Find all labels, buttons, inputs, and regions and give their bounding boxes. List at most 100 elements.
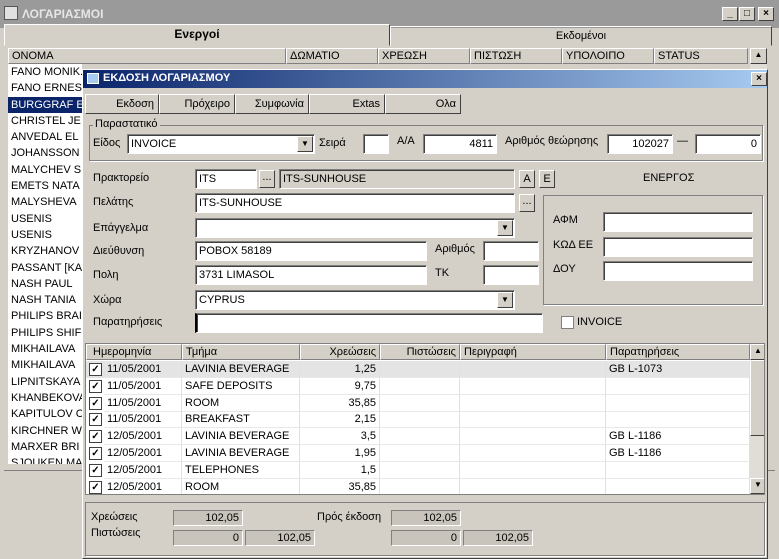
scroll-down-icon[interactable]: ▼ xyxy=(750,478,764,494)
table-row[interactable]: ✓ 12/05/2001 TELEPHONES 1,5 xyxy=(86,461,750,479)
guest-row[interactable]: PHILIPS BRAI xyxy=(8,308,82,324)
guest-row[interactable]: KHANBEKOVA xyxy=(8,390,82,406)
table-row[interactable]: ✓ 12/05/2001 LAVINIA BEVERAGE 3,5 GB L-1186 xyxy=(86,428,750,446)
to-issue-value: 102,05 xyxy=(391,510,461,526)
tax-office-field[interactable] xyxy=(603,261,753,281)
col-date[interactable]: Ημερομηνία xyxy=(86,344,182,360)
table-row[interactable]: ✓ 11/05/2001 LAVINIA BEVERAGE 1,25 GB L-1073 xyxy=(86,361,750,378)
scroll-thumb[interactable] xyxy=(750,360,764,436)
col-notes[interactable]: Παρατηρήσεις xyxy=(606,344,750,360)
profession-select[interactable]: ▼ xyxy=(195,218,515,238)
postcode-field[interactable] xyxy=(483,265,539,285)
validation-field-2[interactable]: 0 xyxy=(695,134,761,154)
guest-row[interactable]: FANO ERNES xyxy=(8,80,82,96)
serial-field[interactable]: 4811 xyxy=(423,134,497,154)
cell-notes xyxy=(606,394,750,412)
col-room[interactable]: ΔΩΜΑΤΙΟ xyxy=(286,48,378,64)
extras-button[interactable]: Extas xyxy=(309,94,385,114)
chevron-down-icon[interactable]: ▼ xyxy=(297,136,313,152)
table-row[interactable]: ✓ 11/05/2001 SAFE DEPOSITS 9,75 xyxy=(86,377,750,395)
agency-lookup-button[interactable]: ... xyxy=(259,170,275,188)
guest-row[interactable]: MARXER BRI xyxy=(8,439,82,455)
row-checkbox[interactable]: ✓ xyxy=(89,396,102,410)
guest-row[interactable]: FANO MONIK. xyxy=(8,64,82,80)
minimize-button[interactable]: _ xyxy=(722,7,738,21)
guest-row[interactable]: BURGGRAF E xyxy=(8,96,82,113)
validation-field[interactable]: 102027 xyxy=(607,134,673,154)
guest-row[interactable]: LIPNITSKAYA xyxy=(8,374,82,390)
city-field[interactable]: 3731 LIMASOL xyxy=(195,265,427,285)
line-items-scrollbar[interactable]: ▲ ▼ xyxy=(750,344,764,494)
row-checkbox[interactable]: ✓ xyxy=(89,447,102,460)
guest-row[interactable]: JOHANSSON xyxy=(8,145,82,161)
agency-code-field[interactable]: ITS xyxy=(195,169,257,189)
remarks-field[interactable] xyxy=(195,313,543,333)
customer-lookup-button[interactable]: ... xyxy=(519,194,535,212)
guest-row[interactable]: USENIS xyxy=(8,211,82,227)
col-debits[interactable]: Χρεώσεις xyxy=(300,344,380,360)
guest-row[interactable]: CHRISTEL JE xyxy=(8,113,82,129)
country-select[interactable]: CYPRUS ▼ xyxy=(195,290,515,310)
guest-row[interactable]: KRYZHANOV xyxy=(8,243,82,259)
table-row[interactable]: ✓ 11/05/2001 BREAKFAST 2,15 xyxy=(86,411,750,429)
row-checkbox[interactable]: ✓ xyxy=(89,363,102,376)
guest-row[interactable]: EMETS NATA xyxy=(8,178,82,194)
guest-row[interactable]: NASH PAUL xyxy=(8,276,82,292)
tab-issued[interactable]: Εκδομένοι xyxy=(390,26,772,46)
vat-field[interactable] xyxy=(603,212,753,232)
guest-row[interactable]: KIRCHNER W xyxy=(8,423,82,439)
line-items-grid[interactable]: Ημερομηνία Τμήμα Χρεώσεις Πιστώσεις Περι… xyxy=(85,343,765,495)
table-row[interactable]: ✓ 12/05/2001 LAVINIA BEVERAGE 1,95 GB L-1186 xyxy=(86,445,750,462)
col-debit[interactable]: ΧΡΕΩΣΗ xyxy=(378,48,470,64)
chevron-down-icon[interactable]: ▼ xyxy=(497,292,513,308)
address-field[interactable]: POBOX 58189 xyxy=(195,241,427,261)
row-checkbox[interactable]: ✓ xyxy=(89,379,102,393)
cell-notes: GB L-1186 xyxy=(606,428,750,446)
tab-active[interactable]: Ενεργοί xyxy=(4,24,390,46)
close-button[interactable]: × xyxy=(758,7,774,21)
scroll-up-icon[interactable]: ▲ xyxy=(750,48,767,64)
number-field[interactable] xyxy=(483,241,539,261)
row-checkbox[interactable]: ✓ xyxy=(89,430,102,444)
guest-row[interactable]: ANVEDAL EL xyxy=(8,129,82,145)
guest-row[interactable]: KAPITULOV C xyxy=(8,406,82,422)
guest-row[interactable]: MIKHAILAVA xyxy=(8,341,82,357)
chevron-down-icon[interactable]: ▼ xyxy=(497,220,513,236)
col-balance[interactable]: ΥΠΟΛΟΙΠΟ xyxy=(562,48,654,64)
col-department[interactable]: Τμήμα xyxy=(182,344,300,360)
table-row[interactable]: ✓ 12/05/2001 ROOM 35,85 xyxy=(86,478,750,494)
agency-name-field: ITS-SUNHOUSE xyxy=(279,169,515,189)
guest-row[interactable]: MIKHAILAVA xyxy=(8,357,82,373)
guest-row[interactable]: USENIS xyxy=(8,227,82,243)
col-description[interactable]: Περιγραφή xyxy=(460,344,606,360)
guest-row[interactable]: PHILIPS SHIF xyxy=(8,325,82,341)
guest-row[interactable]: NASH TANIA xyxy=(8,292,82,308)
col-credit[interactable]: ΠΙΣΤΩΣΗ xyxy=(470,48,562,64)
scroll-up-icon[interactable]: ▲ xyxy=(750,344,764,360)
table-row[interactable]: ✓ 11/05/2001 ROOM 35,85 xyxy=(86,394,750,412)
col-name[interactable]: ΟΝΟΜΑ xyxy=(8,48,286,64)
type-select[interactable]: INVOICE ▼ xyxy=(127,134,315,154)
maximize-button[interactable]: □ xyxy=(739,7,755,21)
customer-field[interactable]: ITS-SUNHOUSE xyxy=(195,193,515,213)
guest-row[interactable]: MALYSHEVA xyxy=(8,194,82,210)
agency-e-button[interactable]: E xyxy=(539,170,555,188)
all-button[interactable]: Ολα xyxy=(385,94,461,114)
series-field[interactable] xyxy=(363,134,389,154)
issue-button[interactable]: Εκδοση xyxy=(85,94,159,114)
invoice-checkbox[interactable] xyxy=(561,316,574,329)
guest-row[interactable]: PASSANT [KA xyxy=(8,260,82,276)
draft-button[interactable]: Πρόχειρο xyxy=(159,94,235,114)
dialog-close-button[interactable]: × xyxy=(751,72,767,86)
guest-row[interactable]: MALYCHEV S xyxy=(8,162,82,178)
guest-row[interactable]: SJOUKEN MA xyxy=(8,455,82,464)
row-checkbox[interactable]: ✓ xyxy=(89,413,102,427)
col-status[interactable]: STATUS xyxy=(654,48,748,64)
row-checkbox[interactable]: ✓ xyxy=(89,480,102,494)
col-credits[interactable]: Πιστώσεις xyxy=(380,344,460,360)
guest-list[interactable]: FANO MONIK. FANO ERNES BURGGRAF E CHRISTEL … xyxy=(8,64,82,464)
row-checkbox[interactable]: ✓ xyxy=(89,463,102,477)
agency-a-button[interactable]: A xyxy=(519,170,535,188)
eu-code-field[interactable] xyxy=(603,237,753,257)
agreement-button[interactable]: Συμφωνία xyxy=(235,94,309,114)
